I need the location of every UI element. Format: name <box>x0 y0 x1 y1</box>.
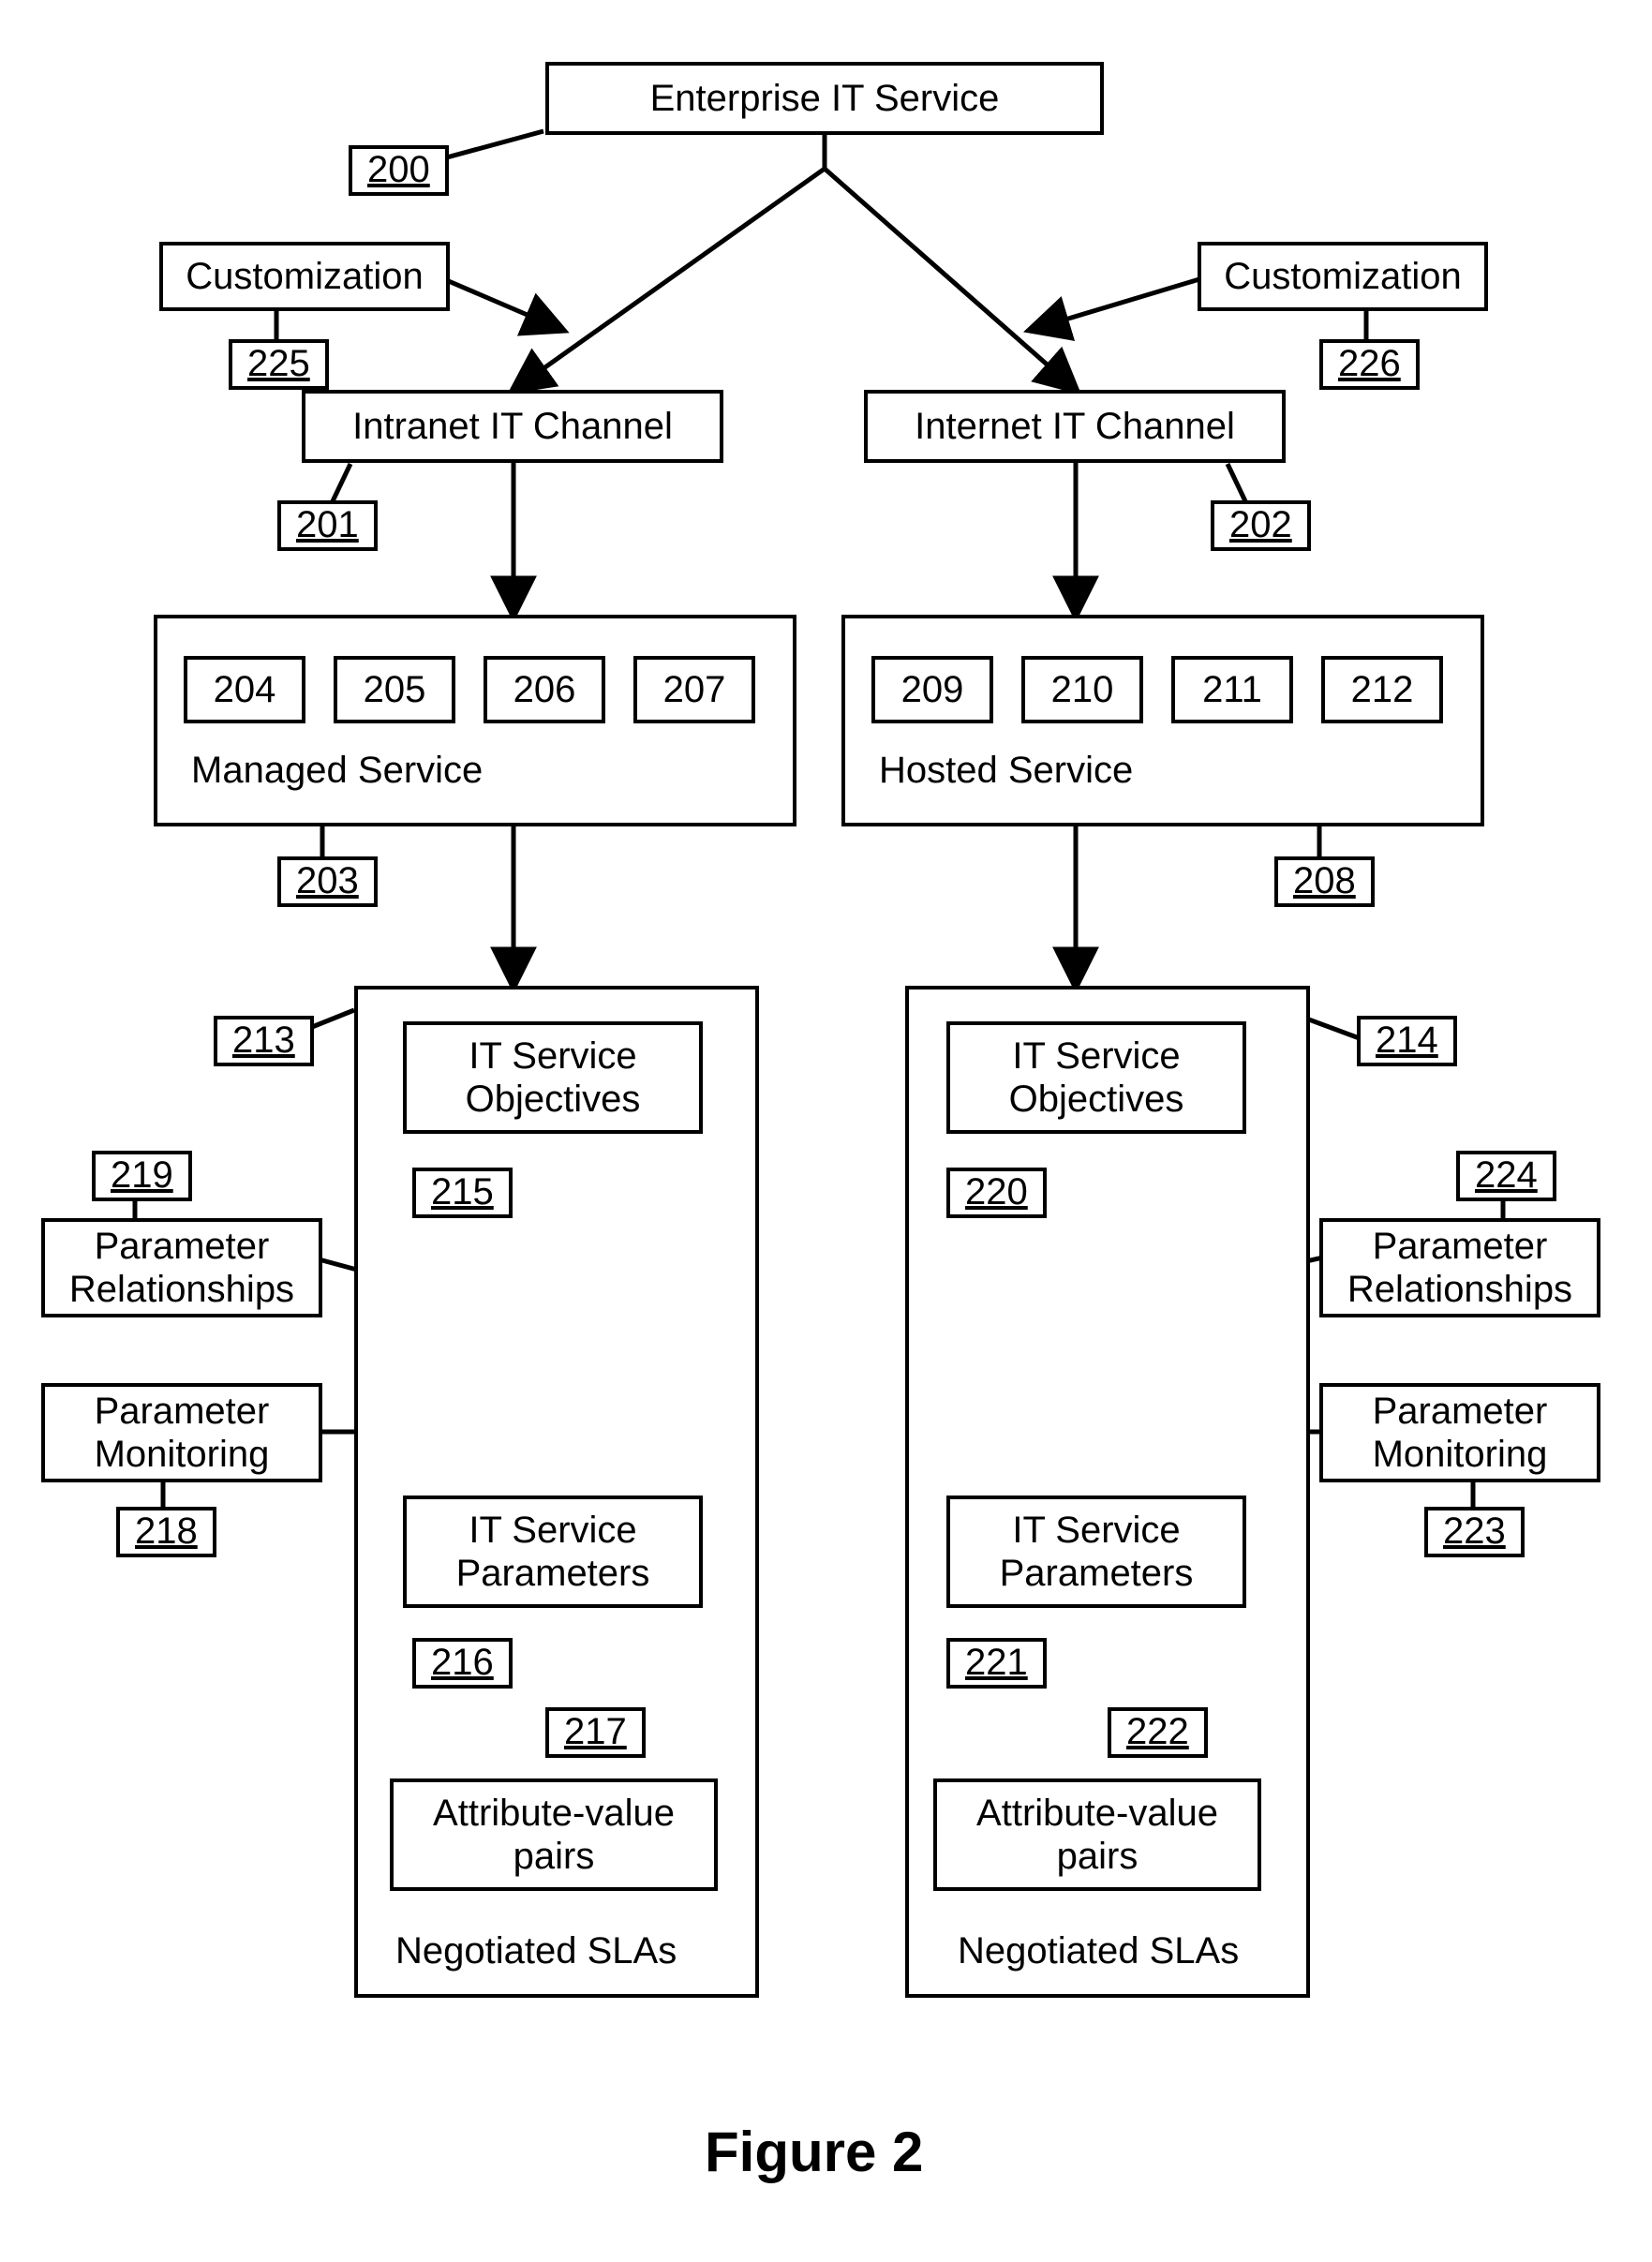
param-rel-left-label: Parameter Relationships <box>69 1225 294 1311</box>
customization-left-box: Customization <box>159 242 450 311</box>
neg-sla-right-label: Negotiated SLAs <box>958 1930 1239 1972</box>
params-right-box: IT Service Parameters <box>946 1496 1246 1608</box>
ref-204: 204 <box>214 668 276 711</box>
ref-217: 217 <box>545 1707 646 1758</box>
hosted-sub-210: 210 <box>1021 656 1143 723</box>
figure-caption: Figure 2 <box>705 2120 923 2184</box>
ref-206: 206 <box>513 668 576 711</box>
ref-212: 212 <box>1351 668 1414 711</box>
param-rel-right-label: Parameter Relationships <box>1347 1225 1572 1311</box>
ref-225: 225 <box>229 339 329 390</box>
managed-service-label: Managed Service <box>191 750 483 791</box>
objectives-right-label: IT Service Objectives <box>1009 1034 1184 1121</box>
intranet-label: Intranet IT Channel <box>352 405 673 448</box>
intranet-channel-box: Intranet IT Channel <box>302 390 723 463</box>
params-right-label: IT Service Parameters <box>1000 1509 1194 1595</box>
internet-label: Internet IT Channel <box>915 405 1235 448</box>
ref-222: 222 <box>1108 1707 1208 1758</box>
objectives-left-label: IT Service Objectives <box>466 1034 641 1121</box>
ref-226: 226 <box>1319 339 1420 390</box>
param-mon-right-label: Parameter Monitoring <box>1373 1390 1548 1476</box>
managed-sub-204: 204 <box>184 656 305 723</box>
param-rel-right-box: Parameter Relationships <box>1319 1218 1600 1317</box>
attr-left-box: Attribute-value pairs <box>390 1778 718 1891</box>
ref-220: 220 <box>946 1168 1047 1218</box>
ref-224: 224 <box>1456 1151 1556 1201</box>
enterprise-it-service-box: Enterprise IT Service <box>545 62 1104 135</box>
ref-218: 218 <box>116 1507 216 1557</box>
customization-right-label: Customization <box>1224 255 1461 298</box>
ref-213: 213 <box>214 1016 314 1066</box>
params-left-box: IT Service Parameters <box>403 1496 703 1608</box>
attr-left-label: Attribute-value pairs <box>433 1792 675 1878</box>
ref-215: 215 <box>412 1168 513 1218</box>
hosted-service-label: Hosted Service <box>879 750 1133 791</box>
internet-channel-box: Internet IT Channel <box>864 390 1286 463</box>
ref-223: 223 <box>1424 1507 1525 1557</box>
ref-211: 211 <box>1202 668 1262 711</box>
neg-sla-left-label: Negotiated SLAs <box>395 1930 677 1972</box>
attr-right-box: Attribute-value pairs <box>933 1778 1261 1891</box>
objectives-left-box: IT Service Objectives <box>403 1021 703 1134</box>
ref-209: 209 <box>901 668 964 711</box>
diagram-canvas: Enterprise IT Service 200 Customization … <box>0 0 1652 2262</box>
ref-200: 200 <box>349 145 449 196</box>
customization-left-label: Customization <box>186 255 423 298</box>
hosted-sub-209: 209 <box>871 656 993 723</box>
ref-202: 202 <box>1211 500 1311 551</box>
param-mon-right-box: Parameter Monitoring <box>1319 1383 1600 1482</box>
ref-203: 203 <box>277 856 378 907</box>
managed-sub-205: 205 <box>334 656 455 723</box>
enterprise-label: Enterprise IT Service <box>650 77 1000 120</box>
ref-207: 207 <box>663 668 726 711</box>
managed-sub-206: 206 <box>484 656 605 723</box>
ref-214: 214 <box>1357 1016 1457 1066</box>
ref-210: 210 <box>1051 668 1114 711</box>
customization-right-box: Customization <box>1198 242 1488 311</box>
param-rel-left-box: Parameter Relationships <box>41 1218 322 1317</box>
hosted-sub-212: 212 <box>1321 656 1443 723</box>
params-left-label: IT Service Parameters <box>456 1509 650 1595</box>
ref-219: 219 <box>92 1151 192 1201</box>
attr-right-label: Attribute-value pairs <box>976 1792 1218 1878</box>
hosted-sub-211: 211 <box>1171 656 1293 723</box>
ref-216: 216 <box>412 1638 513 1689</box>
ref-208: 208 <box>1274 856 1375 907</box>
param-mon-left-box: Parameter Monitoring <box>41 1383 322 1482</box>
ref-221: 221 <box>946 1638 1047 1689</box>
ref-205: 205 <box>364 668 426 711</box>
objectives-right-box: IT Service Objectives <box>946 1021 1246 1134</box>
managed-sub-207: 207 <box>633 656 755 723</box>
param-mon-left-label: Parameter Monitoring <box>95 1390 270 1476</box>
ref-201: 201 <box>277 500 378 551</box>
